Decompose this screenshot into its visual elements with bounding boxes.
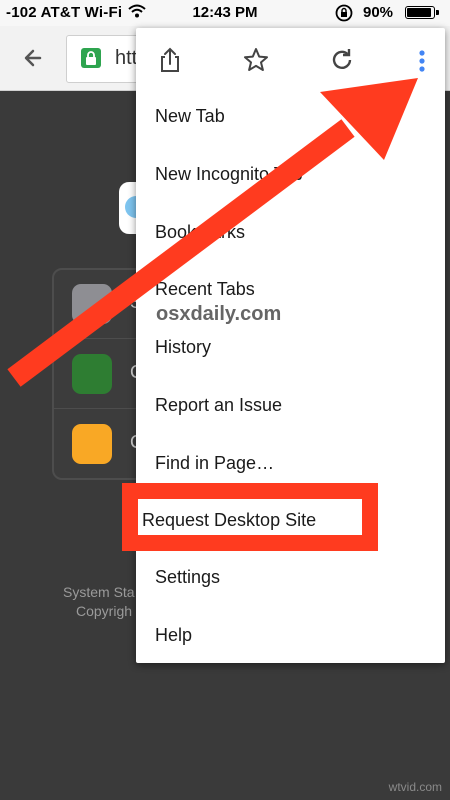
reload-icon[interactable] (322, 40, 362, 80)
menu-item-new-tab[interactable]: New Tab (155, 106, 225, 127)
menu-item-bookmarks[interactable]: Bookmarks (155, 222, 245, 243)
menu-item-report-issue[interactable]: Report an Issue (155, 395, 282, 416)
battery-icon (405, 6, 439, 19)
settings-app-icon (72, 284, 112, 324)
back-arrow-icon[interactable] (18, 42, 50, 74)
request-desktop-highlight-box (122, 483, 378, 551)
battery-percent: 90% (363, 4, 394, 21)
footer-copyright-text: Copyrigh (76, 603, 133, 619)
menu-item-find-in-page[interactable]: Find in Page… (155, 453, 274, 474)
menu-item-help[interactable]: Help (155, 625, 192, 646)
rotation-lock-icon (334, 3, 354, 27)
footer-status-text: System Sta (63, 584, 135, 600)
wtvid-watermark: wtvid.com (388, 780, 442, 794)
star-icon[interactable] (236, 40, 276, 80)
find-friends-icon (72, 424, 112, 464)
status-bar: -102 AT&T Wi-Fi 12:43 PM 90% (0, 0, 450, 26)
find-iphone-icon (72, 354, 112, 394)
share-icon[interactable] (150, 40, 190, 80)
menu-item-recent-tabs[interactable]: Recent Tabs (155, 279, 255, 300)
url-text: htt (115, 47, 138, 69)
menu-item-settings[interactable]: Settings (155, 567, 220, 588)
lock-icon (81, 48, 101, 68)
more-vert-icon[interactable] (402, 40, 442, 80)
menu-item-new-incognito-tab[interactable]: New Incognito Tab (155, 164, 303, 185)
menu-item-history[interactable]: History (155, 337, 211, 358)
menu-toolbar (136, 28, 445, 88)
overflow-menu: New Tab New Incognito Tab Bookmarks Rece… (136, 28, 445, 663)
osxdaily-watermark: osxdaily.com (156, 303, 282, 325)
